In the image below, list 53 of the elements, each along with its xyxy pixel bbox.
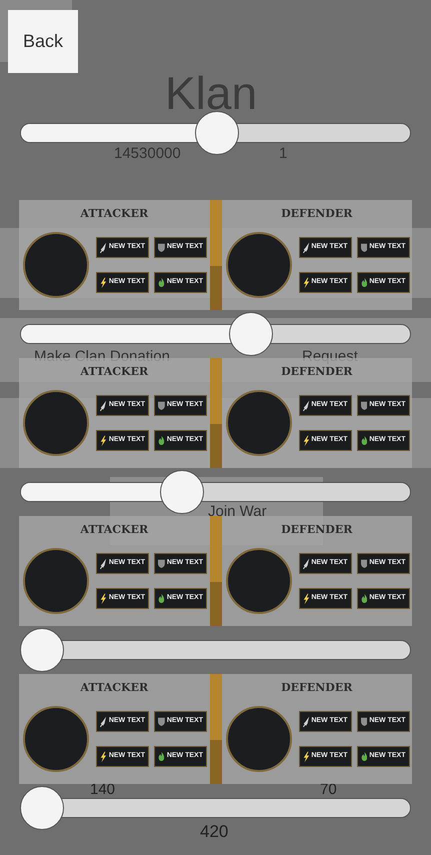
shield-icon <box>360 557 368 570</box>
lightning-icon <box>302 592 310 606</box>
sword-icon <box>100 398 107 412</box>
flame-icon <box>360 434 368 447</box>
background-label: Make Clan Donation <box>34 349 170 364</box>
background-label: 420 <box>200 823 228 840</box>
lightning-icon <box>100 276 107 290</box>
side-heading: DEFENDER <box>281 364 352 380</box>
flame-icon <box>360 592 368 605</box>
side-heading: DEFENDER <box>281 206 352 222</box>
flame-icon <box>360 276 368 289</box>
lightning-icon <box>302 276 310 290</box>
lightning-icon <box>100 750 107 764</box>
shield-icon <box>158 399 165 412</box>
back-button[interactable]: Back <box>8 10 78 73</box>
sword-icon <box>302 714 310 728</box>
lightning-icon <box>100 434 107 448</box>
shield-icon <box>360 241 368 254</box>
shield-icon <box>158 241 165 254</box>
side-heading: ATTACKER <box>80 206 148 222</box>
side-heading: ATTACKER <box>80 680 148 696</box>
sword-icon <box>302 240 310 254</box>
shield-icon <box>360 399 368 412</box>
sword-icon <box>100 556 107 570</box>
background-label: Request <box>302 349 358 364</box>
side-heading: DEFENDER <box>281 522 352 538</box>
shield-icon <box>158 715 165 728</box>
shield-icon <box>158 557 165 570</box>
sword-icon <box>100 714 107 728</box>
slider[interactable] <box>20 628 411 672</box>
background-label: 140 <box>90 782 116 797</box>
background-label: Join War <box>208 504 267 519</box>
lightning-icon <box>302 750 310 764</box>
flame-icon <box>158 276 165 289</box>
background-label: 70 <box>320 782 337 797</box>
side-heading: DEFENDER <box>281 680 352 696</box>
slider-thumb[interactable] <box>20 786 64 830</box>
shield-icon <box>360 715 368 728</box>
lightning-icon <box>100 592 107 606</box>
flame-icon <box>158 592 165 605</box>
side-heading: ATTACKER <box>80 364 148 380</box>
slider-thumb[interactable] <box>20 628 64 672</box>
slider-thumb[interactable] <box>194 111 238 155</box>
lightning-icon <box>302 434 310 448</box>
flame-icon <box>360 750 368 763</box>
background-label: 14530000 <box>114 146 181 161</box>
flame-icon <box>158 750 165 763</box>
flame-icon <box>158 434 165 447</box>
sword-icon <box>100 240 107 254</box>
side-heading: ATTACKER <box>80 522 148 538</box>
sword-icon <box>302 556 310 570</box>
background-label: 1 <box>279 146 288 161</box>
sword-icon <box>302 398 310 412</box>
